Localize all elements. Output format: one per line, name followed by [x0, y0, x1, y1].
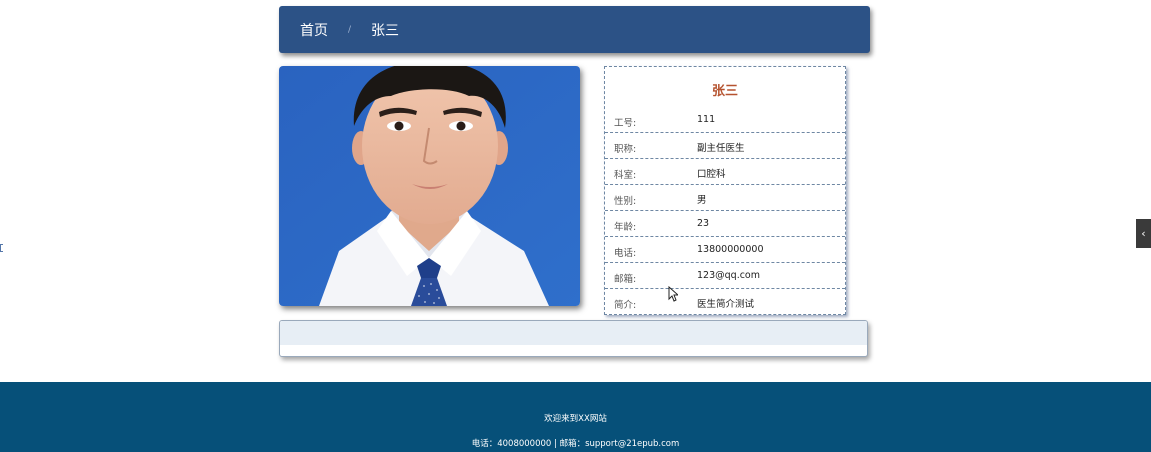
- info-row-phone: 电话: 13800000000: [605, 237, 845, 263]
- info-label: 电话:: [614, 248, 637, 259]
- info-value: 111: [697, 114, 716, 125]
- footer-welcome-text: 欢迎来到XX网站: [544, 414, 607, 424]
- info-label: 年龄:: [614, 222, 637, 233]
- info-row-department: 科室: 口腔科: [605, 159, 845, 185]
- info-row-age: 年龄: 23: [605, 211, 845, 237]
- info-value: 123@qq.com: [697, 270, 761, 281]
- site-footer: 欢迎来到XX网站 电话：4008000000 | 邮箱：support@21ep…: [0, 382, 1151, 452]
- info-label: 邮箱:: [614, 274, 637, 285]
- info-value: 13800000000: [697, 244, 764, 255]
- info-label: 简介:: [614, 300, 637, 311]
- info-value: 医生简介测试: [697, 299, 755, 310]
- info-row-title: 职称: 副主任医生: [605, 133, 845, 159]
- info-value: 口腔科: [697, 169, 726, 180]
- intro-content-area: [280, 321, 867, 345]
- info-value: 男: [697, 195, 707, 206]
- doctor-name: 张三: [711, 84, 738, 99]
- mouse-cursor-icon: [668, 286, 678, 302]
- breadcrumb-current: 张三: [371, 22, 400, 39]
- breadcrumb-home-link[interactable]: 首页: [300, 20, 328, 40]
- info-row-email: 邮箱: 123@qq.com: [605, 263, 845, 289]
- info-label: 性别:: [614, 196, 637, 207]
- info-value: 副主任医生: [697, 143, 745, 154]
- left-edge-marker: [0, 244, 3, 252]
- doctor-detail-page: 首页 / 张三 张三 工号: 111 职称: 副主任医生 科室: 口腔科 性别:…: [0, 0, 1151, 452]
- info-label: 工号:: [614, 118, 637, 129]
- info-row-employee-id: 工号: 111: [605, 107, 845, 133]
- breadcrumb-separator: /: [348, 24, 352, 35]
- doctor-info-panel: 张三 工号: 111 职称: 副主任医生 科室: 口腔科 性别: 男 年龄: 2…: [604, 66, 846, 315]
- footer-contact-text: 电话：4008000000 | 邮箱：support@21epub.com: [471, 439, 680, 449]
- doctor-photo: [279, 66, 580, 306]
- info-row-intro: 简介: 医生简介测试: [605, 289, 845, 314]
- info-value: 23: [697, 218, 710, 229]
- intro-content-box: [279, 320, 868, 357]
- info-label: 职称:: [614, 144, 637, 155]
- breadcrumb: 首页 / 张三: [279, 6, 870, 53]
- info-label: 科室:: [614, 170, 637, 181]
- info-row-gender: 性别: 男: [605, 185, 845, 211]
- chevron-left-icon[interactable]: ‹: [1136, 219, 1151, 248]
